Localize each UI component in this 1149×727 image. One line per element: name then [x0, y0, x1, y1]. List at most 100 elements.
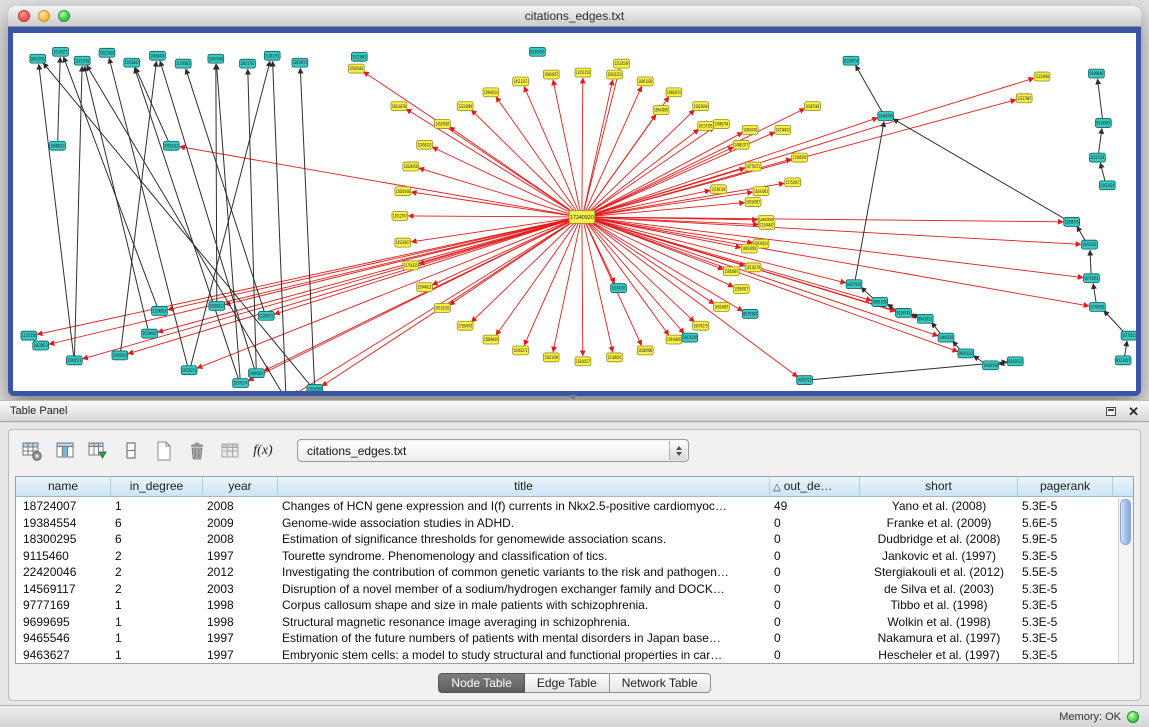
network-node[interactable]: 16476275	[693, 321, 709, 330]
network-node[interactable]: 8943012	[917, 314, 933, 323]
network-node[interactable]: 12810073	[292, 58, 308, 67]
create-column-button[interactable]	[149, 437, 179, 465]
network-node[interactable]: 8579309	[742, 309, 758, 318]
network-node[interactable]: 14985377	[733, 140, 749, 149]
network-node[interactable]: 16778721	[745, 162, 761, 171]
network-node[interactable]: 12224089	[457, 102, 473, 111]
network-node[interactable]: 10673761	[240, 59, 256, 68]
network-node[interactable]: 16776511	[1121, 331, 1136, 340]
network-node[interactable]: 16448794	[878, 112, 894, 121]
network-node[interactable]: 12124549	[614, 59, 630, 68]
network-node[interactable]: 12958153	[417, 140, 433, 149]
row-height-button[interactable]	[116, 437, 146, 465]
network-node[interactable]: 9274583	[1095, 119, 1111, 128]
network-node[interactable]: 15950927	[733, 285, 749, 294]
network-node[interactable]: 8130459	[529, 47, 545, 56]
network-node[interactable]: 12824058	[403, 162, 419, 171]
show-columns-button[interactable]	[50, 437, 80, 465]
network-node[interactable]: 19734903	[775, 125, 791, 134]
network-node[interactable]: 21206915	[258, 311, 274, 320]
window-titlebar[interactable]: citations_edges.txt	[8, 6, 1141, 27]
network-node[interactable]: 15944806	[666, 335, 682, 344]
network-node[interactable]: 19965891	[248, 369, 264, 378]
network-node[interactable]: 15944812	[417, 283, 433, 292]
table-row[interactable]: 2242004622012Investigating the contribut…	[16, 564, 1118, 581]
network-node[interactable]: 10663404	[150, 51, 166, 60]
table-scrollbar-thumb[interactable]	[1120, 499, 1131, 545]
column-header-year[interactable]: year	[203, 477, 278, 496]
network-node[interactable]: 8467919	[846, 280, 862, 289]
select-all-button[interactable]	[83, 437, 113, 465]
network-node[interactable]: 10496538	[938, 333, 954, 342]
minimize-window-button[interactable]	[38, 10, 50, 22]
network-node[interactable]: 25905573	[66, 356, 82, 365]
network-node[interactable]: 16601253	[607, 70, 623, 79]
network-node[interactable]: 10735271	[181, 366, 197, 375]
import-table-button[interactable]	[215, 437, 245, 465]
network-node[interactable]: 10553028	[99, 48, 115, 57]
table-scrollbar[interactable]	[1118, 498, 1133, 663]
network-node[interactable]: 15889449	[483, 335, 499, 344]
network-node[interactable]: 12960014	[483, 88, 499, 97]
network-node[interactable]: 10196372	[53, 47, 69, 56]
close-panel-icon[interactable]: ✕	[1128, 405, 1139, 418]
network-node[interactable]: 10585412	[209, 302, 225, 311]
network-node[interactable]: 14513357	[513, 77, 529, 86]
column-header-pagerank[interactable]: pagerank	[1018, 477, 1113, 496]
close-window-button[interactable]	[18, 10, 30, 22]
network-node[interactable]: 15958745	[1064, 217, 1080, 226]
table-row[interactable]: 977716911998Corpus callosum shape and si…	[16, 597, 1118, 614]
network-node[interactable]: 15184287	[611, 284, 627, 293]
network-node[interactable]: 16487384	[805, 102, 821, 111]
network-node[interactable]: 20533412	[163, 141, 179, 150]
network-node[interactable]: 9245012	[1007, 357, 1023, 366]
network-node[interactable]: 11254498	[1034, 72, 1050, 81]
network-node[interactable]: 16380906	[637, 346, 653, 355]
network-node[interactable]: 14413024	[1099, 181, 1115, 190]
table-mode-button[interactable]	[17, 437, 47, 465]
network-node[interactable]: 15811009	[543, 353, 559, 362]
network-node[interactable]: 16344557	[575, 357, 591, 366]
network-node[interactable]: 9509846	[1089, 69, 1105, 78]
table-row[interactable]: 946362711997Embryonic stem cells: a mode…	[16, 647, 1118, 664]
tab-network-table[interactable]: Network Table	[610, 673, 711, 693]
network-node[interactable]: 12947048	[208, 54, 224, 63]
zoom-window-button[interactable]	[58, 10, 70, 22]
table-row[interactable]: 1938455462009Genome-wide association stu…	[16, 515, 1118, 532]
network-node[interactable]: 35723841	[351, 52, 367, 61]
network-node[interactable]: 16476140	[682, 333, 698, 342]
network-node[interactable]: 17654599	[307, 385, 323, 391]
table-row[interactable]: 1872400712008Changes of HCN gene express…	[16, 498, 1118, 515]
network-node[interactable]: 9126745	[896, 308, 912, 317]
table-row[interactable]: 1830029562008Estimation of significance …	[16, 531, 1118, 548]
network-node[interactable]: 11157256	[21, 331, 37, 340]
column-header-out_de[interactable]: △out_de…	[770, 477, 860, 496]
network-node[interactable]: 16954950	[741, 244, 757, 253]
network-node[interactable]: 15144842	[759, 220, 775, 229]
network-node[interactable]: 17284678	[457, 321, 473, 330]
network-node[interactable]: 16237324	[1089, 153, 1105, 162]
table-row[interactable]: 1456911722003Disruption of a novel membe…	[16, 581, 1118, 598]
network-node[interactable]: 12151254	[575, 68, 591, 77]
network-node[interactable]: 11431765	[74, 56, 90, 65]
network-node[interactable]: 16016597	[745, 198, 761, 207]
network-node[interactable]: 15601948	[395, 187, 411, 196]
network-node[interactable]: 16116179	[745, 263, 761, 272]
network-node[interactable]: 16137395	[698, 122, 714, 131]
network-node[interactable]: 12704052	[1089, 302, 1105, 311]
network-file-select[interactable]: citations_edges.txt	[297, 439, 689, 462]
float-panel-icon[interactable]	[1106, 407, 1116, 416]
network-node[interactable]: 16644057	[543, 70, 559, 79]
network-node[interactable]: 12160104	[711, 185, 727, 194]
network-node[interactable]: 9861038	[872, 298, 888, 307]
network-node[interactable]: 12217987	[1016, 94, 1032, 103]
network-node[interactable]: 16014678	[391, 102, 407, 111]
network-node[interactable]: 10630013	[33, 341, 49, 350]
network-canvas[interactable]: 1724092016462358159300141611617915950927…	[13, 33, 1136, 391]
table-row[interactable]: 969969511998Structural magnetic resonanc…	[16, 614, 1118, 631]
network-node[interactable]: 19505913	[112, 351, 128, 360]
network-node[interactable]: 16944950	[653, 106, 669, 115]
network-node[interactable]: 16961028	[637, 77, 653, 86]
network-node[interactable]: 20159047	[142, 329, 158, 338]
network-node[interactable]: 9932052	[30, 54, 46, 63]
